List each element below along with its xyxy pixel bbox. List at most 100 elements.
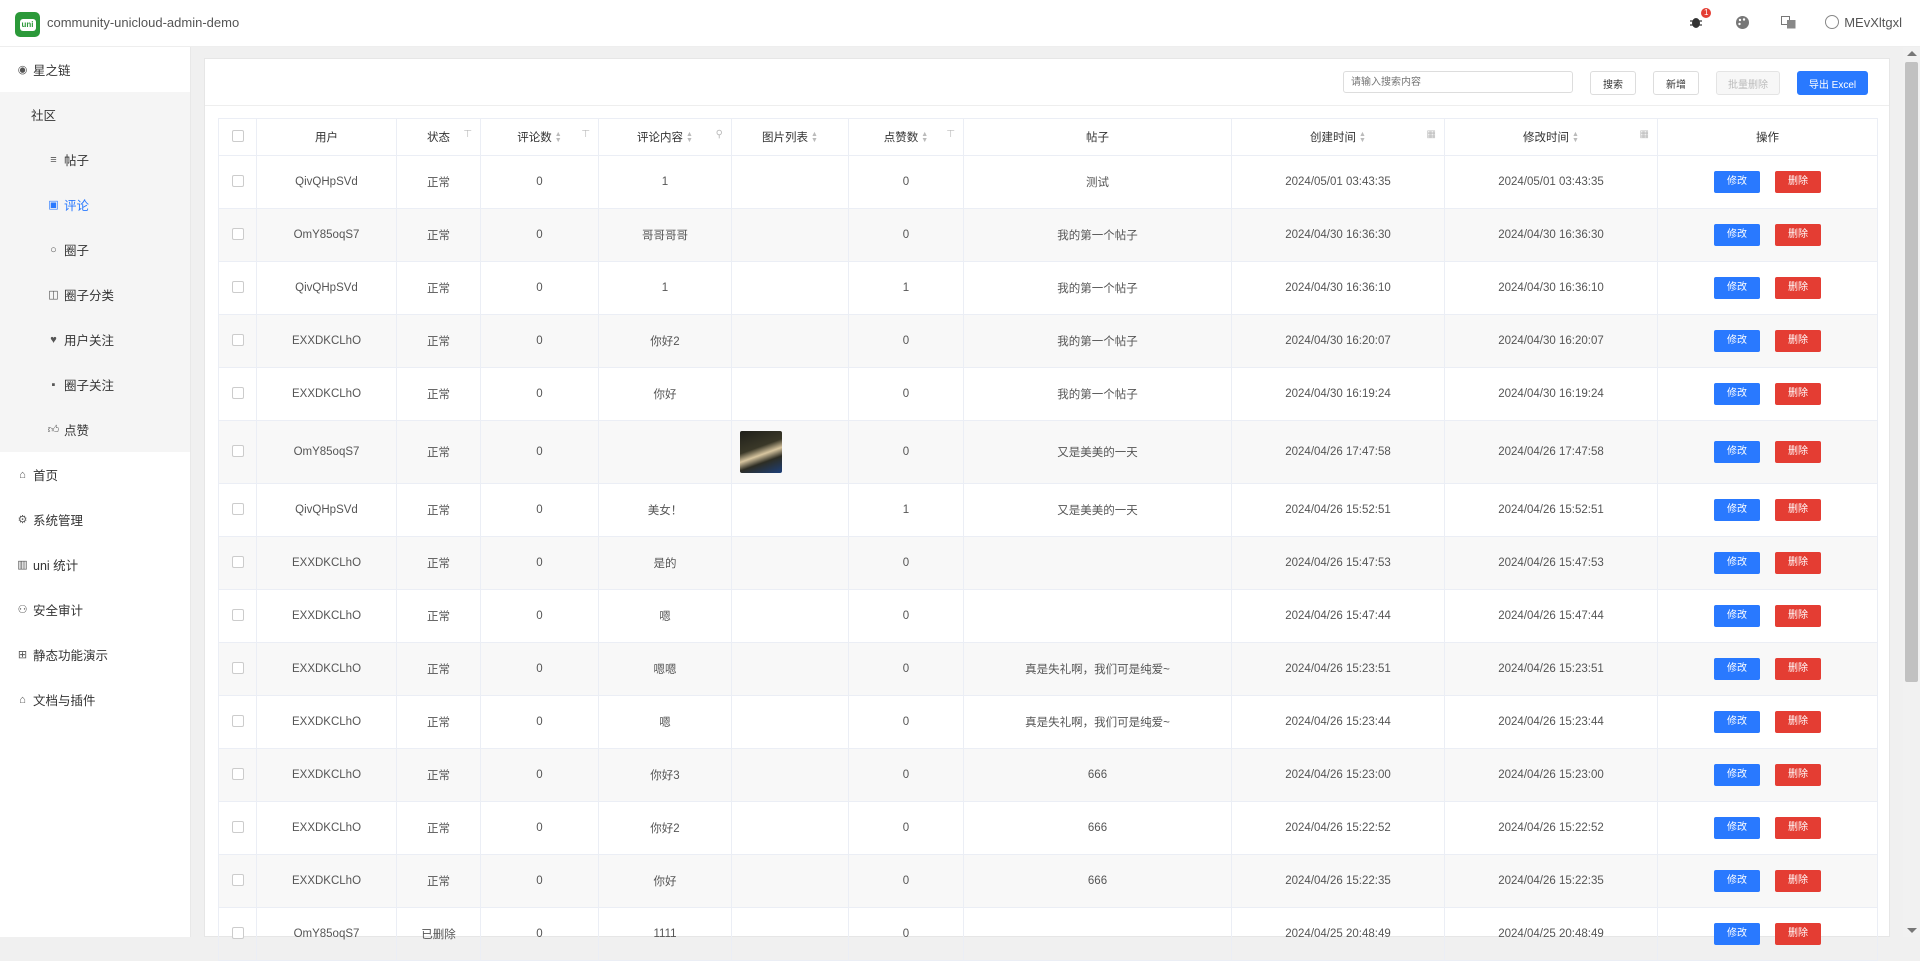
row-checkbox[interactable]	[218, 801, 257, 855]
bug-icon[interactable]: 1	[1687, 8, 1712, 31]
sort-icon[interactable]: ▲ ▼	[1572, 131, 1579, 144]
row-checkbox[interactable]	[218, 695, 257, 749]
table-row[interactable]: EXXDKCLhO 正常 0 嗯 0 真是失礼啊，我们可是纯爱~ 2024/04/26 15…	[218, 695, 1878, 749]
column-header-like-count[interactable]: 点赞数 ▲ ▼ ⊤	[848, 118, 964, 156]
row-checkbox[interactable]	[218, 748, 257, 802]
sidebar-item-user-follows[interactable]: ♥ 用户关注	[0, 317, 190, 362]
delete-button[interactable]: 删除	[1775, 923, 1821, 945]
app-logo[interactable]: uni	[15, 12, 40, 37]
sidebar-item-home[interactable]: ⌂ 首页	[0, 452, 190, 497]
delete-button[interactable]: 删除	[1775, 605, 1821, 627]
table-row[interactable]: EXXDKCLhO 正常 0 你好 0 我的第一个帖子 2024/04/30 16:19:2…	[218, 367, 1878, 421]
edit-button[interactable]: 修改	[1714, 923, 1760, 945]
row-checkbox[interactable]	[218, 907, 257, 961]
edit-button[interactable]: 修改	[1714, 605, 1760, 627]
sidebar-item-likes[interactable]: 👍︎ 点赞	[0, 407, 190, 452]
sidebar-item-xingzhilian[interactable]: ◉ 星之链	[0, 47, 190, 92]
edit-button[interactable]: 修改	[1714, 171, 1760, 193]
sort-icon[interactable]: ▲ ▼	[1359, 131, 1366, 144]
table-row[interactable]: OmY85oqS7 正常 0 0 又是美美的一天 2024/04/26 17:47:58 2…	[218, 420, 1878, 484]
image-thumbnail[interactable]	[740, 431, 782, 473]
sidebar-item-circle-categories[interactable]: ◫ 圈子分类	[0, 272, 190, 317]
palette-icon[interactable]	[1733, 13, 1751, 31]
table-row[interactable]: OmY85oqS7 已删除 0 1111 0 2024/04/25 20:48:49 202…	[218, 907, 1878, 961]
column-header-modified[interactable]: 修改时间 ▲ ▼ ▦	[1444, 118, 1658, 156]
delete-button[interactable]: 删除	[1775, 870, 1821, 892]
table-row[interactable]: EXXDKCLhO 正常 0 你好2 0 666 2024/04/26 15:22:52 20…	[218, 801, 1878, 855]
column-header-images[interactable]: 图片列表 ▲ ▼	[731, 118, 849, 156]
edit-button[interactable]: 修改	[1714, 383, 1760, 405]
table-row[interactable]: EXXDKCLhO 正常 0 嗯嗯 0 真是失礼啊，我们可是纯爱~ 2024/04/26 1…	[218, 642, 1878, 696]
app-title[interactable]: community-unicloud-admin-demo	[47, 15, 239, 30]
edit-button[interactable]: 修改	[1714, 658, 1760, 680]
user-menu[interactable]: MEvXltgxl	[1825, 15, 1902, 30]
row-checkbox[interactable]	[218, 642, 257, 696]
language-icon[interactable]	[1779, 13, 1797, 31]
sidebar-item-uni-stats[interactable]: ▥ uni 统计	[0, 542, 190, 587]
row-checkbox[interactable]	[218, 314, 257, 368]
row-checkbox[interactable]	[218, 536, 257, 590]
sidebar-item-posts[interactable]: ≡ 帖子	[0, 137, 190, 182]
calendar-icon[interactable]: ▦	[1427, 129, 1436, 140]
delete-button[interactable]: 删除	[1775, 224, 1821, 246]
sidebar-item-circles[interactable]: ○ 圈子	[0, 227, 190, 272]
edit-button[interactable]: 修改	[1714, 441, 1760, 463]
sidebar-item-docs-plugins[interactable]: ⌂ 文档与插件	[0, 677, 190, 722]
column-header-comment-count[interactable]: 评论数 ▲ ▼ ⊤	[480, 118, 599, 156]
table-row[interactable]: EXXDKCLhO 正常 0 嗯 0 2024/04/26 15:47:44 2024/04…	[218, 589, 1878, 643]
edit-button[interactable]: 修改	[1714, 277, 1760, 299]
delete-button[interactable]: 删除	[1775, 552, 1821, 574]
delete-button[interactable]: 删除	[1775, 499, 1821, 521]
edit-button[interactable]: 修改	[1714, 499, 1760, 521]
filter-icon[interactable]: ⊤	[946, 129, 955, 140]
delete-button[interactable]: 删除	[1775, 277, 1821, 299]
row-checkbox[interactable]	[218, 367, 257, 421]
sort-icon[interactable]: ▲ ▼	[686, 131, 693, 144]
edit-button[interactable]: 修改	[1714, 764, 1760, 786]
sidebar-item-system[interactable]: ⚙ 系统管理	[0, 497, 190, 542]
edit-button[interactable]: 修改	[1714, 330, 1760, 352]
export-excel-button[interactable]: 导出 Excel	[1797, 71, 1868, 95]
column-header-comment-content[interactable]: 评论内容 ▲ ▼ ⚲	[598, 118, 732, 156]
batch-delete-button[interactable]: 批量删除	[1716, 71, 1780, 95]
edit-button[interactable]: 修改	[1714, 711, 1760, 733]
row-checkbox[interactable]	[218, 589, 257, 643]
sort-icon[interactable]: ▲ ▼	[811, 131, 818, 144]
search-button[interactable]: 搜索	[1590, 71, 1636, 95]
sort-icon[interactable]: ▲ ▼	[921, 131, 928, 144]
edit-button[interactable]: 修改	[1714, 552, 1760, 574]
table-row[interactable]: QivQHpSVd 正常 0 美女！ 1 又是美美的一天 2024/04/26 15:52:…	[218, 483, 1878, 537]
select-all-checkbox[interactable]	[218, 118, 257, 156]
row-checkbox[interactable]	[218, 155, 257, 209]
delete-button[interactable]: 删除	[1775, 441, 1821, 463]
table-row[interactable]: EXXDKCLhO 正常 0 你好3 0 666 2024/04/26 15:23:00 20…	[218, 748, 1878, 802]
column-header-created[interactable]: 创建时间 ▲ ▼ ▦	[1231, 118, 1445, 156]
edit-button[interactable]: 修改	[1714, 817, 1760, 839]
calendar-icon[interactable]: ▦	[1640, 129, 1649, 140]
sort-icon[interactable]: ▲ ▼	[555, 131, 562, 144]
search-input[interactable]	[1343, 71, 1573, 93]
delete-button[interactable]: 删除	[1775, 764, 1821, 786]
filter-icon[interactable]: ⊤	[581, 129, 590, 140]
scrollbar-thumb[interactable]	[1905, 62, 1918, 682]
table-row[interactable]: QivQHpSVd 正常 0 1 0 测试 2024/05/01 03:43:35 2024/…	[218, 155, 1878, 209]
row-checkbox[interactable]	[218, 483, 257, 537]
table-row[interactable]: EXXDKCLhO 正常 0 你好2 0 我的第一个帖子 2024/04/30 16:20:…	[218, 314, 1878, 368]
table-row[interactable]: QivQHpSVd 正常 0 1 1 我的第一个帖子 2024/04/30 16:36:10…	[218, 261, 1878, 315]
delete-button[interactable]: 删除	[1775, 383, 1821, 405]
sidebar-item-security-audit[interactable]: ⚇ 安全审计	[0, 587, 190, 632]
table-row[interactable]: EXXDKCLhO 正常 0 是的 0 2024/04/26 15:47:53 2024/0…	[218, 536, 1878, 590]
delete-button[interactable]: 删除	[1775, 711, 1821, 733]
delete-button[interactable]: 删除	[1775, 658, 1821, 680]
table-row[interactable]: OmY85oqS7 正常 0 哥哥哥哥 0 我的第一个帖子 2024/04/30 16:36…	[218, 208, 1878, 262]
row-checkbox[interactable]	[218, 208, 257, 262]
scroll-down-arrow-icon[interactable]	[1907, 928, 1917, 933]
delete-button[interactable]: 删除	[1775, 330, 1821, 352]
filter-icon[interactable]: ⊤	[463, 129, 472, 140]
edit-button[interactable]: 修改	[1714, 224, 1760, 246]
add-button[interactable]: 新增	[1653, 71, 1699, 95]
sidebar-item-community[interactable]: 社区	[0, 92, 190, 137]
sidebar-item-static-demo[interactable]: ⊞ 静态功能演示	[0, 632, 190, 677]
delete-button[interactable]: 删除	[1775, 171, 1821, 193]
scroll-up-arrow-icon[interactable]	[1907, 51, 1917, 56]
